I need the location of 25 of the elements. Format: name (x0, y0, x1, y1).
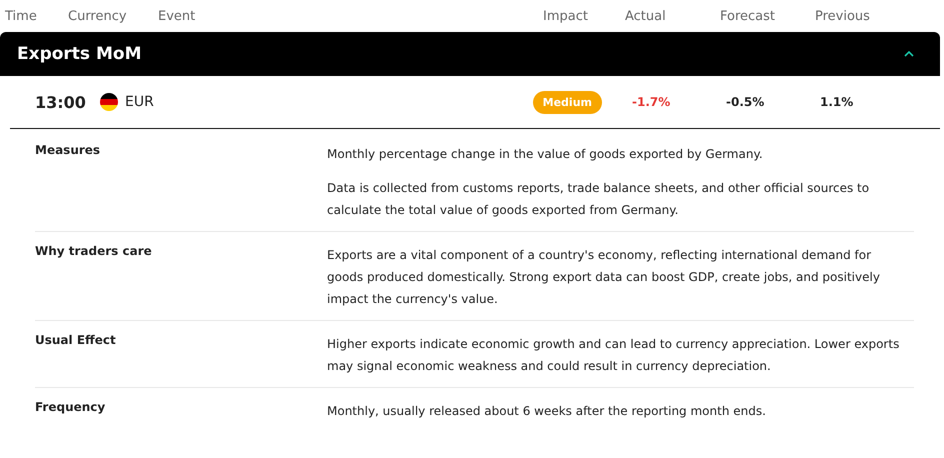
event-time: 13:00 (35, 92, 87, 112)
impact-badge: Medium (532, 90, 602, 114)
column-header: Impact (543, 8, 589, 24)
detail-label: Measures (35, 143, 102, 159)
forecast-value: -0.5% (726, 95, 766, 109)
event-title: Exports MoM (17, 44, 142, 64)
detail-text: Exports are a vital component of a country's economy, reflecting international demand for goods produced domestically. Strong export data can boost GDP, create jobs, and positively impact the currency's value. (327, 247, 881, 308)
column-header: Time (5, 8, 38, 24)
flag-icon (100, 93, 118, 111)
detail-label: Frequency (35, 400, 106, 416)
column-header: Currency (68, 8, 128, 24)
column-header: Actual (625, 8, 667, 24)
detail-text: Data is collected from customs reports, trade balance sheets, and other official sources to calculate the total value of goods exported from Germany. (327, 180, 870, 219)
detail-text: Monthly percentage change in the value of goods exported by Germany. (327, 146, 764, 163)
column-header: Forecast (720, 8, 776, 24)
detail-label: Why traders care (35, 244, 153, 260)
detail-text: Monthly, usually released about 6 weeks after the reporting month ends. (327, 403, 767, 420)
currency-code: EUR (125, 94, 154, 110)
detail-label: Usual Effect (35, 333, 117, 349)
chevron-icon[interactable] (904, 51, 914, 57)
actual-value: -1.7% (632, 95, 672, 109)
previous-value: 1.1% (820, 95, 854, 109)
detail-text: Higher exports indicate economic growth and can lead to currency appreciation. Lower exports may signal economic weakness and could result in currency depreciation. (327, 336, 900, 375)
column-header: Previous (815, 8, 871, 24)
column-header: Event (158, 8, 196, 24)
